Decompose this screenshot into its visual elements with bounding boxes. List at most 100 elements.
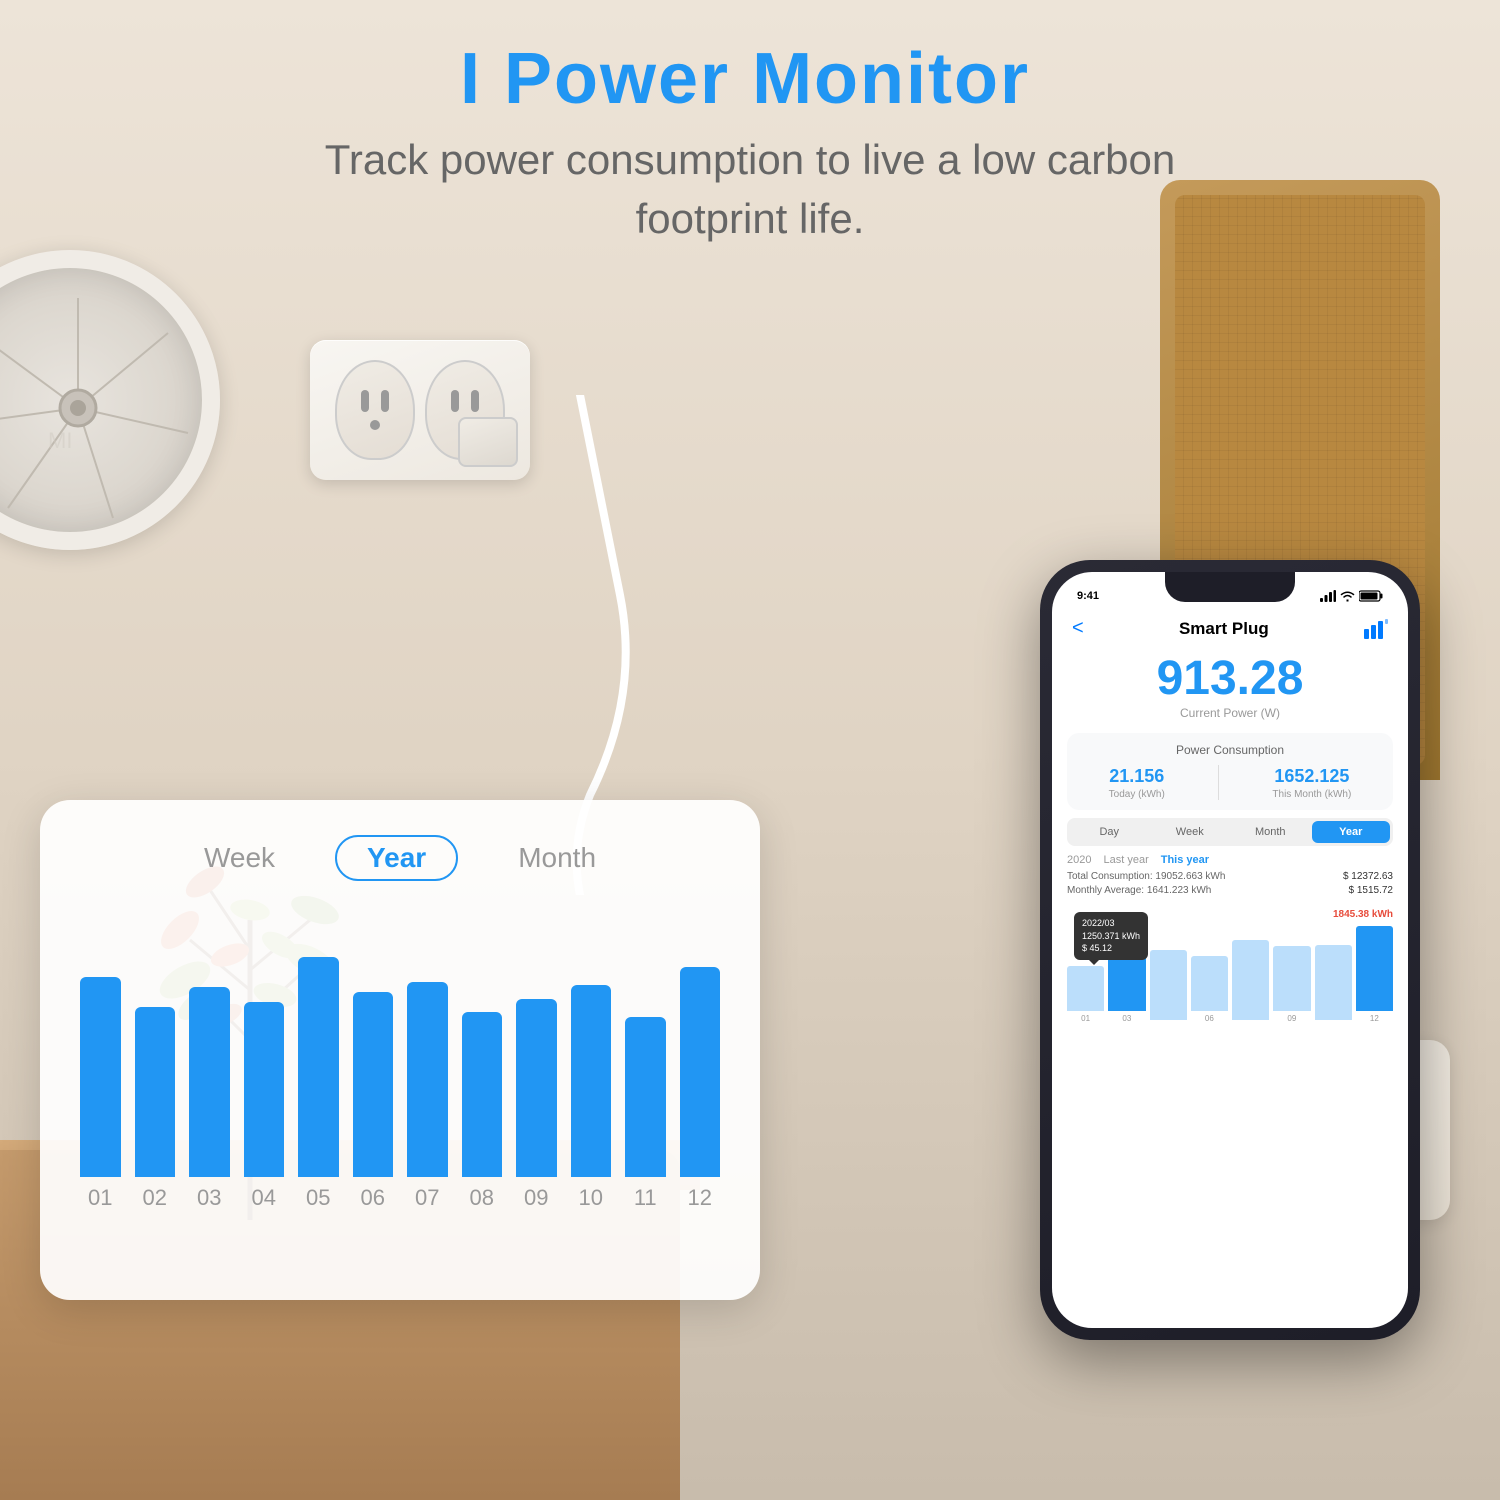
month-label: This Month (kWh) bbox=[1272, 789, 1351, 800]
status-icons bbox=[1320, 590, 1383, 602]
title-icon: I Power Monitor bbox=[460, 39, 1030, 119]
bar-label: 11 bbox=[634, 1185, 657, 1211]
mini-bar-item: 01 bbox=[1067, 966, 1104, 1023]
fan-body: MI bbox=[0, 250, 220, 550]
mini-bar-item bbox=[1232, 940, 1269, 1023]
socket-hole-bottom bbox=[370, 420, 380, 430]
mini-bar-label: 09 bbox=[1287, 1014, 1296, 1023]
mini-bar bbox=[1108, 951, 1145, 1011]
phone-notch bbox=[1165, 572, 1295, 602]
phone-title: Smart Plug bbox=[1084, 619, 1364, 639]
bar-item: 09 bbox=[516, 999, 557, 1211]
tooltip: 2022/03 1250.371 kWh $ 45.12 bbox=[1074, 912, 1148, 960]
mini-bar-label: 01 bbox=[1081, 1014, 1090, 1023]
consumption-divider bbox=[1218, 765, 1219, 800]
mini-bar-label: 03 bbox=[1122, 1014, 1131, 1023]
year-2020[interactable]: 2020 bbox=[1067, 854, 1091, 866]
mini-bar bbox=[1191, 956, 1228, 1011]
stat-value-2: $ 1515.72 bbox=[1349, 885, 1394, 896]
bar bbox=[135, 1007, 176, 1177]
bar bbox=[680, 967, 721, 1177]
tab-day[interactable]: Day bbox=[1070, 821, 1149, 843]
stat-value-1: $ 12372.63 bbox=[1343, 871, 1393, 882]
bar-label: 12 bbox=[688, 1185, 712, 1211]
signal-icon bbox=[1320, 590, 1336, 602]
mini-bar-item bbox=[1150, 950, 1187, 1023]
bar bbox=[516, 999, 557, 1177]
mini-bar-item: 09 bbox=[1273, 946, 1310, 1023]
bar-item: 03 bbox=[189, 987, 230, 1211]
chart-tab-week[interactable]: Week bbox=[204, 842, 275, 874]
power-label: Current Power (W) bbox=[1052, 706, 1408, 720]
bar-item: 05 bbox=[298, 957, 339, 1211]
phone-chart-area: 1845.38 kWh 2022/03 1250.371 kWh $ 45.12… bbox=[1052, 904, 1408, 1048]
bar-label: 02 bbox=[143, 1185, 167, 1211]
bar-label: 01 bbox=[88, 1185, 112, 1211]
tab-year[interactable]: Year bbox=[1312, 821, 1391, 843]
chart-tab-year[interactable]: Year bbox=[335, 835, 458, 881]
stat-label-2: Monthly Average: 1641.223 kWh bbox=[1067, 885, 1211, 896]
bar bbox=[462, 1012, 503, 1177]
bar-label: 06 bbox=[361, 1185, 385, 1211]
mini-bar bbox=[1150, 950, 1187, 1020]
mini-bar-label: 06 bbox=[1205, 1014, 1214, 1023]
phone-header: < Smart Plug bbox=[1052, 612, 1408, 645]
outlet-plate bbox=[310, 340, 530, 480]
fan-decoration: MI bbox=[0, 250, 240, 570]
subtitle: Track power consumption to live a low ca… bbox=[0, 131, 1500, 249]
power-value: 913.28 bbox=[1052, 655, 1408, 703]
socket-hole-left bbox=[361, 390, 369, 412]
bar-item: 02 bbox=[135, 1007, 176, 1211]
chart-card: Week Year Month 01 02 03 04 05 06 07 08 09 10 11 12 bbox=[40, 800, 760, 1300]
bar bbox=[625, 1017, 666, 1177]
bar-label: 03 bbox=[197, 1185, 221, 1211]
tooltip-date: 2022/03 bbox=[1082, 917, 1140, 930]
socket-right bbox=[425, 360, 505, 460]
year-last[interactable]: Last year bbox=[1103, 854, 1148, 866]
status-time: 9:41 bbox=[1077, 590, 1099, 602]
mini-bar-item: 12 bbox=[1356, 926, 1393, 1023]
power-display: 913.28 Current Power (W) bbox=[1052, 645, 1408, 725]
stat-label-1: Total Consumption: 19052.663 kWh bbox=[1067, 871, 1225, 882]
mini-bar bbox=[1273, 946, 1310, 1011]
phone-mockup: 9:41 bbox=[1040, 560, 1420, 1340]
tab-week[interactable]: Week bbox=[1151, 821, 1230, 843]
back-button[interactable]: < bbox=[1072, 617, 1084, 640]
chart-tab-month[interactable]: Month bbox=[518, 842, 596, 874]
top-section: I Power Monitor Track power consumption … bbox=[0, 0, 1500, 249]
mini-bar-label: 12 bbox=[1370, 1014, 1379, 1023]
bar-label: 04 bbox=[252, 1185, 276, 1211]
bar-item: 07 bbox=[407, 982, 448, 1211]
bar bbox=[189, 987, 230, 1177]
consumption-title: Power Consumption bbox=[1082, 743, 1378, 757]
mini-bar-item: 06 bbox=[1191, 956, 1228, 1023]
bar-item: 08 bbox=[462, 1012, 503, 1211]
bar-label: 10 bbox=[579, 1185, 603, 1211]
month-consumption: 1652.125 This Month (kWh) bbox=[1272, 766, 1351, 800]
socket-right-holes-top bbox=[451, 390, 479, 412]
bar bbox=[80, 977, 121, 1177]
stats-section: Total Consumption: 19052.663 kWh $ 12372… bbox=[1052, 871, 1408, 904]
stat-row-2: Monthly Average: 1641.223 kWh $ 1515.72 bbox=[1067, 885, 1393, 896]
bar bbox=[407, 982, 448, 1177]
socket-holes-top bbox=[361, 390, 389, 412]
chart-bar-icon[interactable] bbox=[1364, 619, 1388, 639]
socket-right-hole-right bbox=[471, 390, 479, 412]
bar-item: 12 bbox=[680, 967, 721, 1211]
bar-label: 07 bbox=[415, 1185, 439, 1211]
bar-item: 10 bbox=[571, 985, 612, 1211]
tooltip-cost: $ 45.12 bbox=[1082, 942, 1140, 955]
stat-row-1: Total Consumption: 19052.663 kWh $ 12372… bbox=[1067, 871, 1393, 882]
bar-item: 06 bbox=[353, 992, 394, 1211]
year-this[interactable]: This year bbox=[1161, 854, 1209, 866]
year-nav: 2020 Last year This year bbox=[1052, 854, 1408, 866]
today-consumption: 21.156 Today (kWh) bbox=[1109, 766, 1165, 800]
bar-item: 01 bbox=[80, 977, 121, 1211]
battery-icon bbox=[1359, 590, 1383, 602]
fan-spokes-svg: MI bbox=[0, 278, 208, 538]
bar-label: 08 bbox=[470, 1185, 494, 1211]
bar-label: 09 bbox=[524, 1185, 548, 1211]
bar-label: 05 bbox=[306, 1185, 330, 1211]
time-tabs: Day Week Month Year bbox=[1067, 818, 1393, 846]
tab-month[interactable]: Month bbox=[1231, 821, 1310, 843]
